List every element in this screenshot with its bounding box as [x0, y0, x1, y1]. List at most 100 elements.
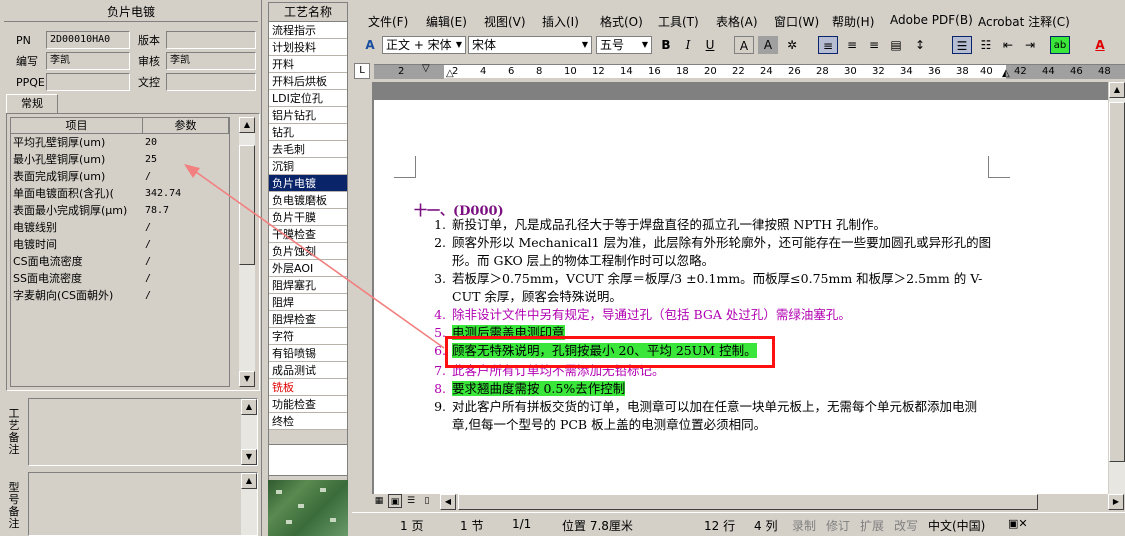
process-item[interactable]: 成品测试 [269, 362, 347, 379]
process-item[interactable]: 开料 [269, 56, 347, 73]
menu-table[interactable]: 表格(A) [716, 13, 758, 30]
chevron-down-icon[interactable]: ▼ [453, 37, 465, 53]
list-text[interactable]: 除非设计文件中另有规定，导通过孔（包括 BGA 处过孔）需绿油塞孔。 [452, 306, 992, 324]
process-item[interactable]: 阻焊塞孔 [269, 277, 347, 294]
table-row[interactable]: 最小孔壁铜厚(um) 25 [11, 151, 229, 168]
document-scrollbar[interactable]: ▲ [1108, 82, 1125, 494]
tab-general[interactable]: 常规 [6, 94, 58, 114]
process-item[interactable]: LDI定位孔 [269, 90, 347, 107]
chevron-down-icon[interactable]: ▼ [579, 37, 591, 53]
document-area[interactable]: 十一、(D000) 1. 新投订单，凡是成品孔径大于等于焊盘直径的孤立孔一律按照 … [372, 82, 1125, 510]
menu-acrobat-comments[interactable]: Acrobat 注释(C) [978, 13, 1070, 30]
menu-file[interactable]: 文件(F) [368, 13, 408, 30]
table-row[interactable]: CS面电流密度 / [11, 253, 229, 270]
chevron-down-icon[interactable]: ▼ [639, 37, 651, 53]
outline-view-icon[interactable]: ☰ [404, 494, 418, 508]
process-item[interactable]: 负片电镀 [269, 175, 347, 192]
param-value[interactable]: 25 [143, 151, 229, 168]
process-item[interactable]: 去毛刺 [269, 141, 347, 158]
menu-edit[interactable]: 编辑(E) [426, 13, 467, 30]
reading-view-icon[interactable]: ▯ [420, 494, 434, 508]
param-value[interactable]: / [143, 236, 229, 253]
normal-view-icon[interactable]: ▦ [372, 494, 386, 508]
process-item[interactable]: 沉铜 [269, 158, 347, 175]
reviewer-field[interactable]: 李凯 [166, 52, 256, 70]
status-track-changes[interactable]: 修订 [826, 517, 850, 534]
param-value[interactable]: / [143, 270, 229, 287]
scroll-up-icon[interactable]: ▲ [239, 117, 255, 133]
align-right-icon[interactable]: ≡ [864, 36, 884, 54]
scroll-thumb[interactable] [239, 145, 255, 265]
process-search-box[interactable] [268, 444, 348, 476]
process-item[interactable]: 负电镀磨板 [269, 192, 347, 209]
process-item[interactable]: 负片蚀刻 [269, 243, 347, 260]
param-value[interactable]: 342.74 [143, 185, 229, 202]
first-line-indent-marker[interactable]: ▽ [422, 63, 430, 74]
param-value[interactable]: / [143, 287, 229, 304]
tab-stop-selector[interactable]: L [354, 63, 370, 79]
table-row[interactable]: 表面最小完成铜厚(μm) 78.7 [11, 202, 229, 219]
scroll-right-icon[interactable]: ▶ [1108, 494, 1124, 510]
param-value[interactable]: / [143, 168, 229, 185]
style-combo[interactable]: 正文 + 宋体 ▼ [382, 36, 466, 54]
list-text[interactable]: 若板厚＞0.75mm，VCUT 余厚＝板厚/3 ±0.1mm。而板厚≤0.75m… [452, 270, 992, 306]
menu-tools[interactable]: 工具(T) [658, 13, 699, 30]
table-row[interactable]: 电镀时间 / [11, 236, 229, 253]
process-item[interactable]: 计划投料 [269, 39, 347, 56]
status-record[interactable]: 录制 [792, 517, 816, 534]
table-row[interactable]: SS面电流密度 / [11, 270, 229, 287]
bold-icon[interactable]: B [656, 36, 676, 54]
list-text[interactable]: 要求翘曲度需按 0.5%去作控制 [452, 380, 992, 398]
process-item[interactable]: 有铅喷锡 [269, 345, 347, 362]
param-value[interactable]: 78.7 [143, 202, 229, 219]
table-row[interactable]: 平均孔壁铜厚(um) 20 [11, 134, 229, 151]
font-combo[interactable]: 宋体 ▼ [468, 36, 592, 54]
param-value[interactable]: 20 [143, 134, 229, 151]
column-header-item[interactable]: 项目 [11, 118, 143, 133]
scroll-down-icon[interactable]: ▼ [239, 371, 255, 387]
scroll-up-icon[interactable]: ▲ [241, 399, 257, 415]
process-item[interactable]: 负片干膜 [269, 209, 347, 226]
model-note-text[interactable] [31, 475, 239, 533]
param-value[interactable]: / [143, 253, 229, 270]
distributed-align-icon[interactable]: ▤ [886, 36, 906, 54]
menu-window[interactable]: 窗口(W) [774, 13, 819, 30]
numbering-icon[interactable]: ☰ [952, 36, 972, 54]
char-border-icon[interactable]: A [734, 36, 754, 54]
process-item[interactable]: 流程指示 [269, 22, 347, 39]
font-size-combo[interactable]: 五号 ▼ [596, 36, 652, 54]
process-note-box[interactable]: ▲ ▼ [28, 398, 258, 466]
model-note-box[interactable]: ▲ [28, 472, 258, 536]
version-field[interactable] [166, 31, 256, 49]
menu-view[interactable]: 视图(V) [484, 13, 526, 30]
menu-help[interactable]: 帮助(H) [832, 13, 874, 30]
italic-icon[interactable]: I [678, 36, 698, 54]
right-indent-marker[interactable]: ◭ [1002, 68, 1010, 79]
ppqe-field[interactable] [46, 73, 130, 91]
char-scale-icon[interactable]: ✲ [782, 36, 802, 54]
scroll-up-icon[interactable]: ▲ [241, 473, 257, 489]
menu-format[interactable]: 格式(O) [600, 13, 643, 30]
highlight-icon[interactable]: ab [1050, 36, 1070, 54]
print-layout-icon[interactable]: ▣ [388, 494, 402, 508]
spelling-status-icon[interactable]: ▣✕ [1008, 517, 1028, 530]
process-item[interactable]: 字符 [269, 328, 347, 345]
styles-pane-icon[interactable]: A [360, 36, 380, 54]
scroll-left-icon[interactable]: ◀ [440, 494, 456, 510]
increase-indent-icon[interactable]: ⇥ [1020, 36, 1040, 54]
doc-control-field[interactable] [166, 73, 256, 91]
table-row[interactable]: 表面完成铜厚(um) / [11, 168, 229, 185]
table-row[interactable]: 电镀线别 / [11, 219, 229, 236]
bullets-icon[interactable]: ☷ [976, 36, 996, 54]
process-item[interactable]: 阻焊检查 [269, 311, 347, 328]
author-field[interactable]: 李凯 [46, 52, 130, 70]
process-note-scrollbar[interactable]: ▲ ▼ [240, 399, 257, 465]
menu-adobe-pdf[interactable]: Adobe PDF(B) [890, 13, 973, 27]
param-value[interactable]: / [143, 219, 229, 236]
horizontal-scrollbar[interactable]: ▦ ▣ ☰ ▯ ◀ ▶ [372, 494, 1125, 510]
pn-field[interactable]: 2D00010HA0 [46, 31, 130, 49]
column-header-value[interactable]: 参数 [143, 118, 229, 133]
list-text[interactable]: 对此客户所有拼板交货的订单，电测章可以加在任意一块单元板上，无需每个单元板都添加… [452, 398, 992, 434]
process-item[interactable]: 阻焊 [269, 294, 347, 311]
process-item[interactable]: 铣板 [269, 379, 347, 396]
